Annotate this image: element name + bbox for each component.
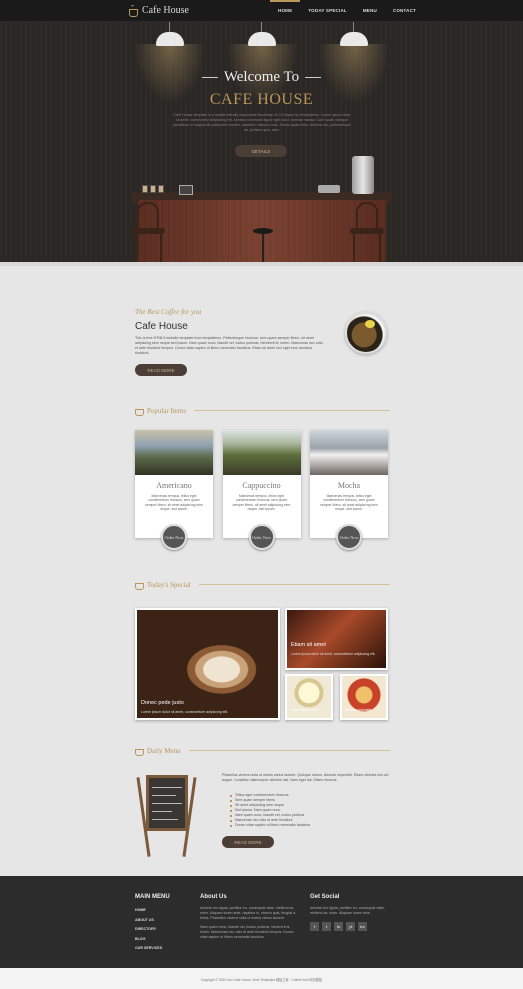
about-tagline: The Best Coffee for you (135, 308, 202, 316)
hero-section: Welcome To CAFE HOUSE Cafe House templat… (0, 22, 523, 262)
card-title: Mocha (337, 481, 361, 490)
copyright: Copyright © 2084 Your Cafe House. More T… (0, 968, 523, 989)
grinder-icon (318, 185, 340, 193)
hero-description: Cafe House template is a mobile-friendly… (173, 113, 351, 132)
footer-about-heading: About Us (200, 894, 227, 900)
card-text: Maecenas tempus, tellus eget condimentum… (145, 494, 203, 512)
footer-link-directory[interactable]: DIRECTORY (135, 925, 170, 935)
footer-menu: MAIN MENU HOME ABOUT US DIRECTORY BLOG O… (135, 894, 170, 954)
coffee-cup-icon (128, 5, 138, 17)
footer-social-text: Aenean leo ligula, porttitor eu, consequ… (310, 906, 385, 915)
top-navbar: Cafe House HOME TODAY SPECIAL MENU CONTA… (0, 0, 523, 22)
special-main-subtitle: Lorem ipsum dolor sit amet, consectetuer… (141, 710, 229, 714)
site-logo[interactable]: Cafe House (128, 5, 189, 17)
special-main-image[interactable]: Donec pede justo Lorem ipsum dolor sit a… (135, 608, 280, 720)
social-icons: f t in yt be (310, 922, 390, 931)
about-read-more-button[interactable]: READ MORE (135, 364, 187, 376)
order-now-button[interactable]: Order Now (248, 524, 275, 550)
behance-icon[interactable]: be (358, 922, 367, 931)
popular-heading: Popular Items (135, 406, 390, 416)
metal-stool-icon (250, 228, 276, 262)
special-small-image-2[interactable]: Aenean vulputate (340, 674, 388, 720)
nav-today-special[interactable]: TODAY SPECIAL (300, 0, 355, 22)
list-item: Donec vitae sapien ut libero venenatis f… (230, 823, 380, 828)
order-now-button[interactable]: Order Now (161, 524, 187, 550)
facebook-icon[interactable]: f (310, 922, 319, 931)
special-heading: Today's Special (135, 580, 390, 590)
order-now-button[interactable]: Order Now (336, 524, 362, 550)
floor-divider (0, 262, 523, 266)
special-right-subtitle: Lorem ipsum dolor sit amet, consectetuer… (291, 652, 376, 656)
jars-icon (142, 185, 164, 193)
popular-items: Americano Maecenas tempus, tellus eget c… (135, 430, 388, 550)
hero-title: CAFE HOUSE (209, 91, 314, 108)
popular-card-mocha: Mocha Maecenas tempus, tellus eget condi… (310, 430, 388, 550)
hero-details-button[interactable]: DETAILS (235, 145, 287, 157)
special-small-caption: Aenean vulputate (345, 708, 372, 712)
card-title: Americano (156, 481, 192, 490)
footer-about: About Us Aenean leo ligula, porttitor eu… (200, 894, 300, 940)
footer-link-blog[interactable]: BLOG (135, 935, 170, 945)
daily-text: Phasellus viverra nulla ut metus varius … (222, 773, 389, 782)
chalkboard-image (136, 773, 198, 857)
espresso-machine-icon (352, 156, 374, 194)
footer-link-home[interactable]: HOME (135, 906, 170, 916)
coffee-cup-icon (135, 580, 144, 590)
landscape-image (222, 430, 301, 475)
linkedin-icon[interactable]: in (334, 922, 343, 931)
coffee-cup-icon (135, 406, 144, 416)
logo-text: Cafe House (142, 5, 189, 16)
daily-list: Tellus eget condimentum rhoncus Sem quam… (230, 793, 380, 828)
footer-about-text: Nam quam nunc, blandit vel, luctus pulvi… (200, 925, 294, 939)
twitter-icon[interactable]: t (322, 922, 331, 931)
special-small-caption: Nullam dictum felis (290, 708, 319, 712)
main-nav: HOME TODAY SPECIAL MENU CONTACT (270, 0, 424, 22)
coffee-press-image (345, 312, 387, 354)
card-title: Cappuccino (242, 481, 281, 490)
footer-social-heading: Get Social (310, 894, 340, 900)
special-gallery: Donec pede justo Lorem ipsum dolor sit a… (135, 608, 388, 720)
daily-read-more-button[interactable]: READ MORE (222, 836, 274, 848)
landscape-image (310, 430, 388, 475)
popular-card-americano: Americano Maecenas tempus, tellus eget c… (135, 430, 213, 550)
footer: MAIN MENU HOME ABOUT US DIRECTORY BLOG O… (0, 876, 523, 968)
footer-link-about[interactable]: ABOUT US (135, 916, 170, 926)
special-right-title: Etiam sit amet (291, 642, 326, 648)
landscape-image (135, 430, 213, 475)
about-text: This is free HTML5 website template from… (135, 336, 323, 355)
popular-card-cappuccino: Cappuccino Maecenas tempus, tellus eget … (222, 430, 301, 550)
coffee-cup-icon (135, 746, 144, 756)
card-text: Maecenas tempus, tellus eget condimentum… (320, 494, 378, 512)
footer-link-services[interactable]: OUR SERVICES (135, 944, 170, 954)
special-right-image[interactable]: Etiam sit amet Lorem ipsum dolor sit ame… (285, 608, 388, 670)
nav-home[interactable]: HOME (270, 0, 301, 22)
footer-social: Get Social Aenean leo ligula, porttitor … (310, 894, 390, 931)
footer-menu-heading: MAIN MENU (135, 894, 170, 900)
hero-welcome: Welcome To (0, 69, 523, 86)
special-main-title: Donec pede justo (141, 700, 184, 706)
daily-heading: Daily Menu (135, 746, 390, 756)
card-text: Maecenas tempus, tellus eget condimentum… (232, 494, 291, 512)
screen-icon (179, 185, 193, 195)
nav-menu[interactable]: MENU (355, 0, 385, 22)
youtube-icon[interactable]: yt (346, 922, 355, 931)
footer-about-text: Aenean leo ligula, porttitor eu, consequ… (200, 906, 297, 920)
nav-contact[interactable]: CONTACT (385, 0, 424, 22)
special-small-image-1[interactable]: Nullam dictum felis (285, 674, 333, 720)
